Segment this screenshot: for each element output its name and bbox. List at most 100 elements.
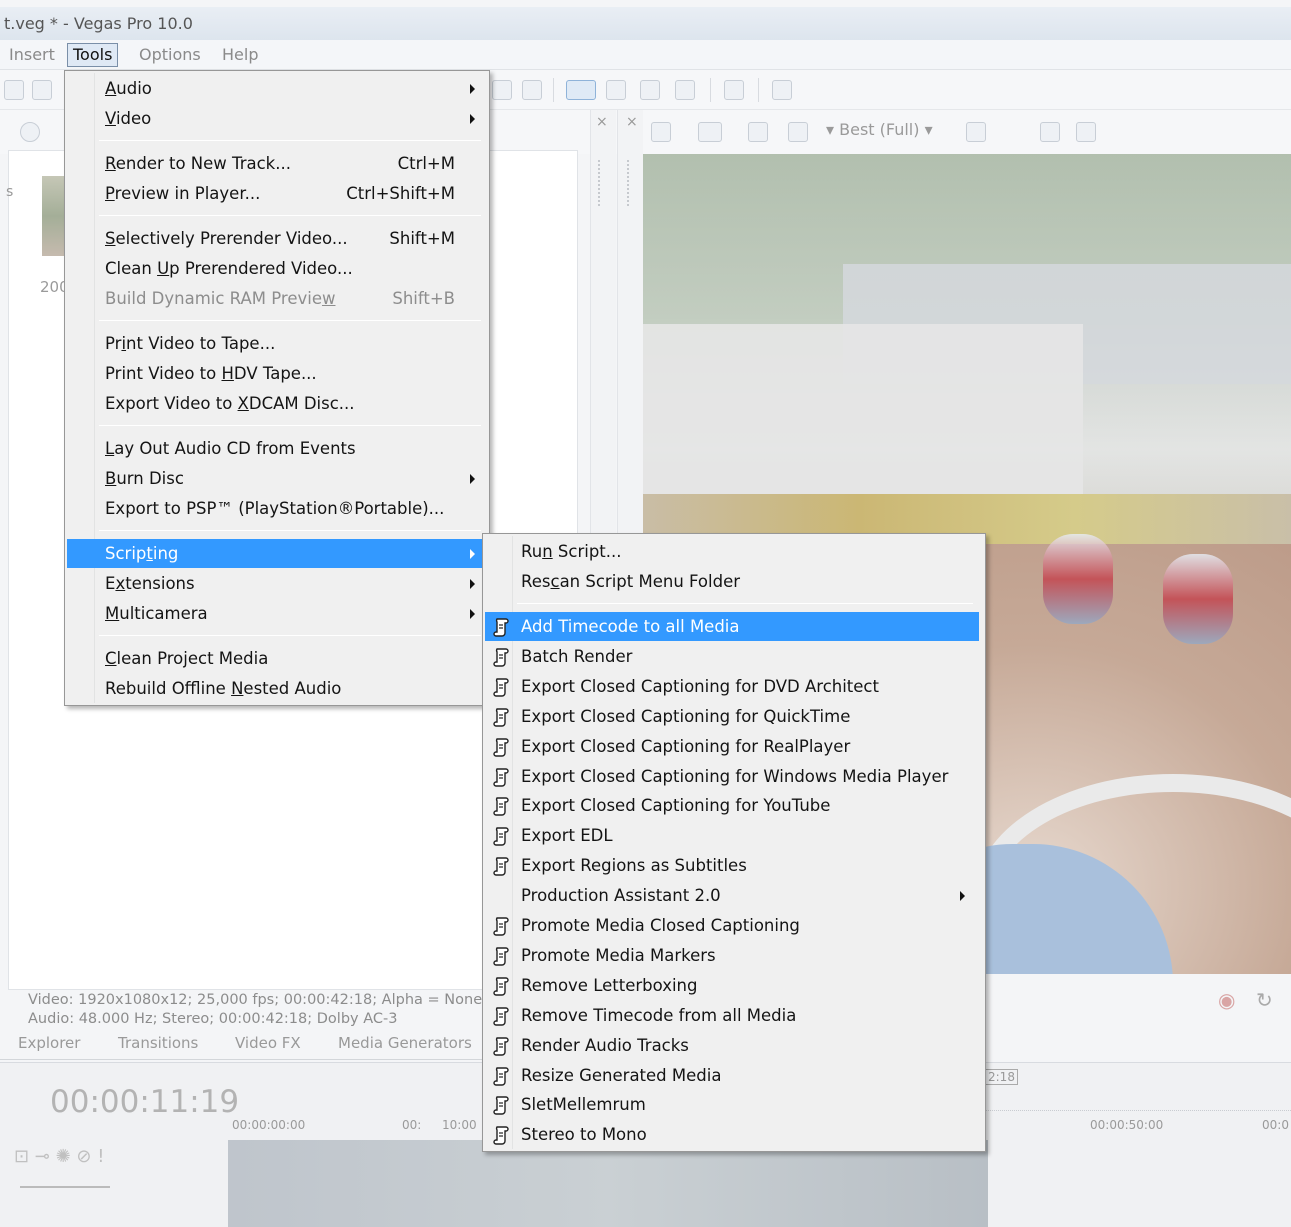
- menu-shortcut: Shift+B: [392, 289, 455, 308]
- menu-item-preview-in-player[interactable]: Preview in Player... Ctrl+Shift+M: [67, 179, 489, 208]
- help-icon[interactable]: [772, 80, 792, 100]
- snap-icon[interactable]: [566, 80, 596, 100]
- video-info: Video: 1920x1080x12; 25,000 fps; 00:00:4…: [28, 992, 483, 1008]
- script-item-batch-render[interactable]: Batch Render: [485, 642, 979, 671]
- preview-quality-dropdown[interactable]: ▾ Best (Full) ▾: [826, 120, 933, 139]
- menu-item-rescan-script-menu-folder[interactable]: Rescan Script Menu Folder: [485, 567, 981, 596]
- timeline-empty-area: [985, 1110, 1291, 1227]
- menu-help[interactable]: Help: [217, 43, 263, 67]
- grid-icon[interactable]: [966, 122, 986, 142]
- menu-item-print-video-to-tape[interactable]: Print Video to Tape...: [67, 329, 489, 358]
- menu-item-extensions[interactable]: Extensions: [67, 569, 489, 598]
- script-icon: [493, 1036, 509, 1056]
- menu-separator: [99, 320, 481, 321]
- script-item-promote-media-markers[interactable]: Promote Media Markers: [485, 941, 979, 970]
- menu-item-label: Selectively Prerender Video...: [105, 229, 348, 248]
- menu-item-print-video-to-hdv-tape[interactable]: Print Video to HDV Tape...: [67, 359, 489, 388]
- tab-media-generators[interactable]: Media Generators: [338, 1034, 472, 1052]
- menu-item-label: Export Regions as Subtitles: [521, 856, 747, 876]
- end-marker: 2:18: [985, 1069, 1018, 1085]
- script-item-export-closed-captioning-for-windows-media-player[interactable]: Export Closed Captioning for Windows Med…: [485, 762, 979, 791]
- menu-item-label: Resize Generated Media: [521, 1065, 722, 1085]
- menu-item-label: Render to New Track...: [105, 154, 291, 173]
- script-item-export-closed-captioning-for-realplayer[interactable]: Export Closed Captioning for RealPlayer: [485, 732, 979, 761]
- toolbar-icon[interactable]: [20, 122, 40, 142]
- copy-icon[interactable]: [1040, 122, 1060, 142]
- toolbar-icon[interactable]: [788, 122, 808, 142]
- submenu-arrow-icon: [470, 474, 475, 484]
- submenu-arrow-icon: [470, 609, 475, 619]
- submenu-arrow-icon: [470, 84, 475, 94]
- track-tool-icons[interactable]: ⊡ ⊸ ✺ ⊘ !: [14, 1146, 104, 1167]
- menu-item-export-to-psp-playstation-portable[interactable]: Export to PSP™ (PlayStation®Portable)...: [67, 494, 489, 523]
- tab-explorer[interactable]: Explorer: [18, 1034, 80, 1052]
- menu-insert[interactable]: Insert: [4, 43, 60, 67]
- menu-item-audio[interactable]: Audio: [67, 74, 489, 103]
- script-item-export-edl[interactable]: Export EDL: [485, 821, 979, 850]
- script-item-export-closed-captioning-for-youtube[interactable]: Export Closed Captioning for YouTube: [485, 791, 979, 820]
- menu-item-run-script[interactable]: Run Script...: [485, 537, 981, 566]
- script-item-resize-generated-media[interactable]: Resize Generated Media: [485, 1061, 979, 1090]
- script-item-render-audio-tracks[interactable]: Render Audio Tracks: [485, 1031, 979, 1060]
- media-thumbnail[interactable]: [42, 176, 66, 256]
- preview-image-region: [1043, 534, 1113, 624]
- script-item-production-assistant-2-0[interactable]: Production Assistant 2.0: [485, 881, 979, 910]
- menu-item-label: Export Closed Captioning for DVD Archite…: [521, 676, 879, 696]
- save-icon[interactable]: [1076, 122, 1096, 142]
- script-item-sletmellemrum[interactable]: SletMellemrum: [485, 1090, 979, 1119]
- script-item-add-timecode-to-all-media[interactable]: Add Timecode to all Media: [485, 612, 979, 641]
- close-icon[interactable]: ×: [596, 114, 608, 130]
- script-item-export-regions-as-subtitles[interactable]: Export Regions as Subtitles: [485, 851, 979, 880]
- menu-item-build-dynamic-ram-preview: Build Dynamic RAM Preview Shift+B: [67, 284, 489, 313]
- menu-item-label: Export EDL: [521, 826, 613, 846]
- video-track-events[interactable]: [228, 1140, 988, 1227]
- menu-options[interactable]: Options: [134, 43, 206, 67]
- menu-item-video[interactable]: Video: [67, 104, 489, 133]
- loop-icon[interactable]: ↻: [1256, 988, 1273, 1012]
- menu-item-label: Promote Media Markers: [521, 945, 716, 965]
- volume-slider[interactable]: [20, 1186, 110, 1188]
- script-item-stereo-to-mono[interactable]: Stereo to Mono: [485, 1120, 979, 1149]
- script-item-export-closed-captioning-for-quicktime[interactable]: Export Closed Captioning for QuickTime: [485, 702, 979, 731]
- script-item-export-closed-captioning-for-dvd-architect[interactable]: Export Closed Captioning for DVD Archite…: [485, 672, 979, 701]
- menu-item-lay-out-audio-cd-from-events[interactable]: Lay Out Audio CD from Events: [67, 434, 489, 463]
- tab-transitions[interactable]: Transitions: [118, 1034, 198, 1052]
- menu-item-burn-disc[interactable]: Burn Disc: [67, 464, 489, 493]
- menu-item-clean-project-media[interactable]: Clean Project Media: [67, 644, 489, 673]
- toolbar-icon[interactable]: [748, 122, 768, 142]
- toolbar-icon[interactable]: [606, 80, 626, 100]
- toolbar-icon[interactable]: [724, 80, 744, 100]
- menu-item-rebuild-offline-nested-audio[interactable]: Rebuild Offline Nested Audio: [67, 674, 489, 703]
- window-title: t.veg * - Vegas Pro 10.0: [0, 7, 1291, 40]
- menu-item-label: Promote Media Closed Captioning: [521, 916, 800, 935]
- preview-image-region: [643, 324, 1083, 504]
- menu-item-label: Remove Letterboxing: [521, 975, 698, 995]
- scripting-submenu: Run Script... Rescan Script Menu Folder Ad…: [482, 533, 986, 1152]
- menu-tools[interactable]: Tools: [67, 43, 119, 67]
- submenu-arrow-icon: [470, 114, 475, 124]
- grip-handle[interactable]: [627, 160, 631, 206]
- script-item-remove-timecode-from-all-media[interactable]: Remove Timecode from all Media: [485, 1001, 979, 1030]
- zoom-icon[interactable]: [675, 80, 695, 100]
- menu-item-selectively-prerender-video[interactable]: Selectively Prerender Video... Shift+M: [67, 224, 489, 253]
- menu-item-clean-up-prerendered-video[interactable]: Clean Up Prerendered Video...: [67, 254, 489, 283]
- toolbar-icon[interactable]: [522, 80, 542, 100]
- tab-video-fx[interactable]: Video FX: [235, 1034, 301, 1052]
- monitor-icon[interactable]: [698, 122, 722, 142]
- toolbar-icon[interactable]: [4, 80, 24, 100]
- menu-item-render-to-new-track[interactable]: Render to New Track... Ctrl+M: [67, 149, 489, 178]
- menu-item-scripting[interactable]: Scripting: [67, 539, 489, 568]
- script-item-remove-letterboxing[interactable]: Remove Letterboxing: [485, 971, 979, 1000]
- menu-item-multicamera[interactable]: Multicamera: [67, 599, 489, 628]
- script-icon: [493, 1066, 509, 1086]
- toolbar-icon[interactable]: [640, 80, 660, 100]
- menu-item-label: Add Timecode to all Media: [521, 617, 740, 636]
- grip-handle[interactable]: [598, 160, 602, 206]
- script-item-promote-media-closed-captioning[interactable]: Promote Media Closed Captioning: [485, 911, 979, 940]
- record-icon[interactable]: ◉: [1218, 988, 1235, 1012]
- toolbar-icon[interactable]: [492, 80, 512, 100]
- toolbar-icon[interactable]: [32, 80, 52, 100]
- menu-item-export-video-to-xdcam-disc[interactable]: Export Video to XDCAM Disc...: [67, 389, 489, 418]
- preview-icon[interactable]: [651, 122, 671, 142]
- close-icon[interactable]: ×: [626, 114, 638, 130]
